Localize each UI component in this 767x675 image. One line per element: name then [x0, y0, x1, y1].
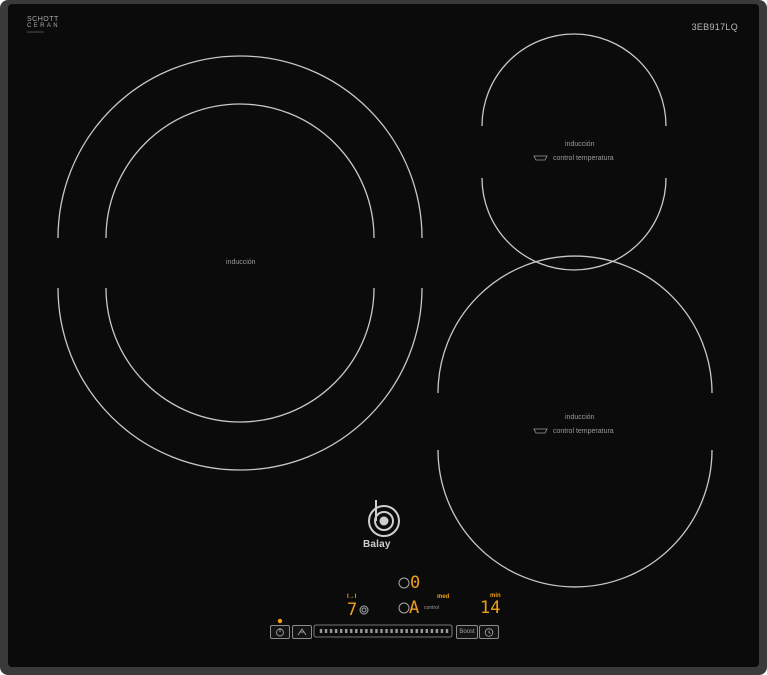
large-zone-inner-top [105, 103, 375, 239]
power-button[interactable] [270, 625, 290, 639]
slider-step[interactable] [410, 629, 413, 633]
slider-step[interactable] [395, 629, 398, 633]
top-right-zone-sublabel: control temperatura [553, 155, 614, 162]
left-zone-icon-label: I→I [347, 594, 357, 600]
timer-clock-icon [484, 628, 494, 637]
slider-step[interactable] [400, 629, 403, 633]
zone-select-icon [398, 602, 410, 614]
slider-step[interactable] [415, 629, 418, 633]
slider-step[interactable] [435, 629, 439, 633]
large-zone-outer-bottom [57, 287, 423, 471]
pan-icon [533, 155, 548, 161]
zone-select-icon [398, 577, 410, 589]
slider-step[interactable] [355, 629, 358, 633]
balay-logo-text: Balay [363, 539, 391, 550]
wipe-protection-icon [297, 628, 307, 636]
slider-step[interactable] [339, 629, 343, 633]
middle-zone-display: A [409, 598, 420, 618]
top-right-zone-top [481, 33, 667, 127]
boost-button[interactable]: Boost [456, 625, 478, 639]
timer-tag: min [490, 593, 501, 599]
slider-step[interactable] [370, 629, 373, 633]
bottom-right-zone-sublabel: control temperatura [553, 428, 614, 435]
slider-dots [319, 629, 449, 633]
slider-step[interactable] [380, 629, 383, 633]
timer-button[interactable] [479, 625, 499, 639]
large-zone-inner-bottom [105, 287, 375, 423]
bottom-right-zone-label: inducción [565, 414, 595, 421]
slider-step[interactable] [405, 629, 408, 633]
slider-step[interactable] [319, 629, 323, 633]
slider-step[interactable] [440, 629, 444, 633]
slider-step[interactable] [390, 629, 393, 633]
cooking-zones [57, 33, 713, 638]
slider-step[interactable] [375, 629, 378, 633]
slider-step[interactable] [425, 629, 429, 633]
slider-step[interactable] [350, 629, 353, 633]
slider-step[interactable] [345, 629, 348, 633]
power-indicator [277, 618, 283, 624]
zone-select-icon [359, 605, 369, 615]
middle-tag: med [437, 594, 450, 600]
slider-step[interactable] [365, 629, 368, 633]
slider-step[interactable] [329, 629, 333, 633]
slider-step[interactable] [324, 629, 328, 633]
slider-step[interactable] [430, 629, 434, 633]
slider-step[interactable] [420, 629, 423, 633]
large-zone-outer-top [57, 55, 423, 239]
wipe-protection-button[interactable] [292, 625, 312, 639]
power-icon [276, 628, 284, 637]
top-zone-display: 0 [410, 573, 421, 593]
slider-step[interactable] [360, 629, 363, 633]
middle-sub: control [424, 605, 440, 611]
large-zone-label: inducción [226, 259, 256, 266]
bottom-right-zone-top [437, 255, 713, 394]
pan-icon [533, 428, 548, 434]
timer-display: 14 [480, 598, 501, 618]
slider-step[interactable] [334, 629, 338, 633]
left-zone-display: 7 [347, 600, 358, 620]
bottom-right-zone-bottom [437, 449, 713, 588]
slider-step[interactable] [385, 629, 388, 633]
slider-step[interactable] [445, 629, 449, 633]
top-right-zone-label: inducción [565, 141, 595, 148]
